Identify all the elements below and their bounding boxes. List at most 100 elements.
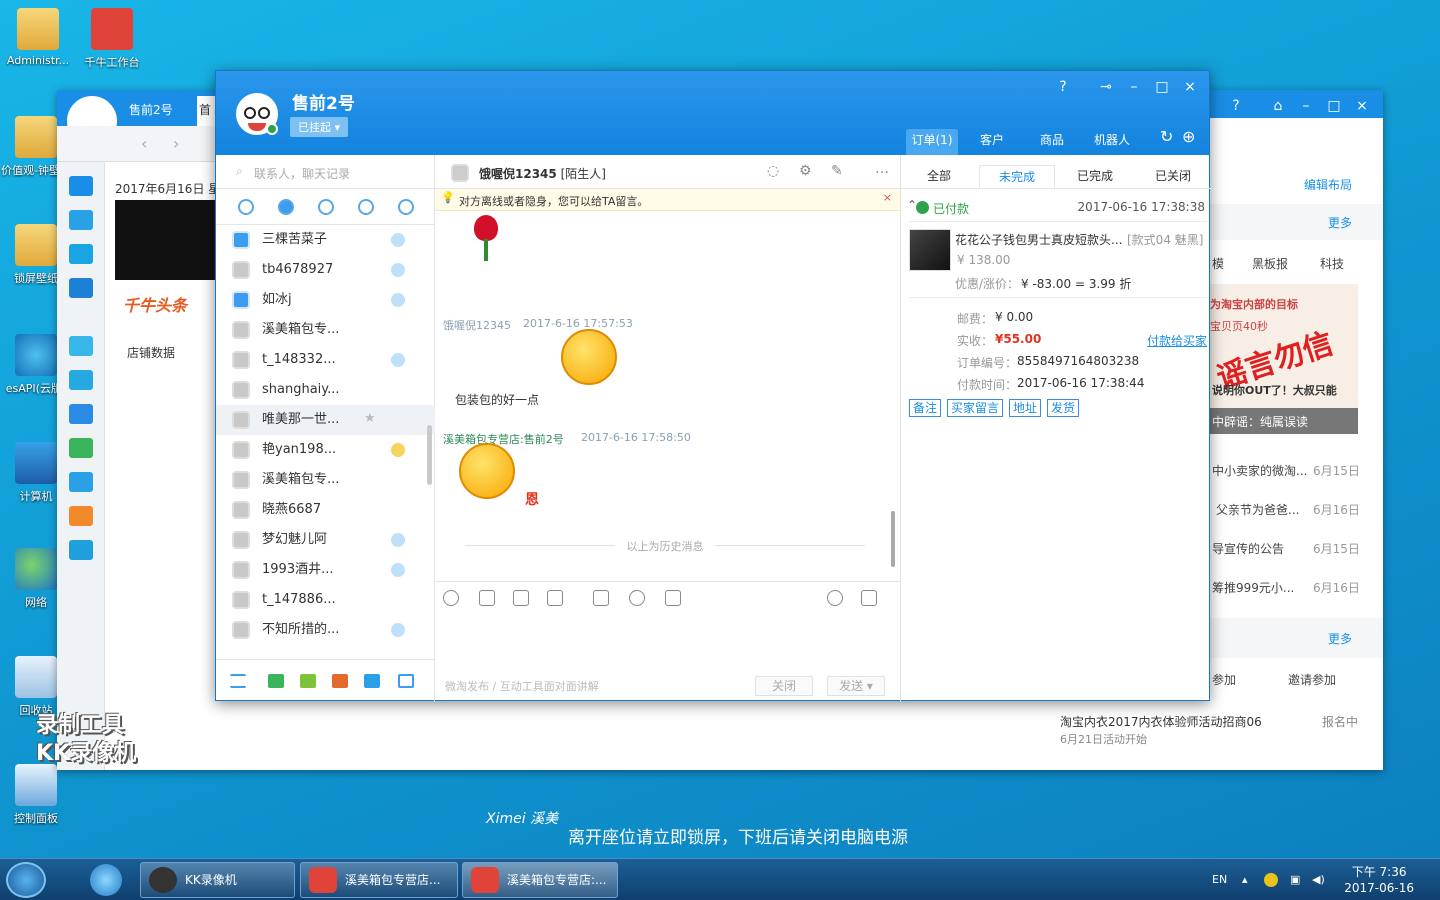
image-icon[interactable] <box>513 590 529 606</box>
taskbar-item-qianniu-2[interactable]: 溪美箱包专营店:... <box>462 862 618 898</box>
contact-item[interactable]: t_147886... <box>216 585 435 615</box>
add-icon[interactable]: ⊕ <box>1182 127 1195 146</box>
order-tab-all[interactable]: 全部 <box>901 167 977 184</box>
close-icon[interactable]: × <box>1178 79 1202 95</box>
contact-item[interactable]: 溪美箱包专... <box>216 465 435 495</box>
help-icon[interactable]: ? <box>1224 98 1248 114</box>
contact-item[interactable]: 艳yan198... <box>216 435 435 465</box>
category-tab[interactable]: 黑板报 <box>1252 255 1288 272</box>
peer-avatar[interactable] <box>451 164 469 182</box>
history-icon[interactable] <box>861 590 877 606</box>
contact-item[interactable]: tb4678927 <box>216 255 435 285</box>
contact-item[interactable]: 唯美那一世... ★ <box>216 405 435 435</box>
category-tab[interactable]: 模 <box>1212 255 1224 272</box>
news-icon[interactable] <box>69 278 93 298</box>
triangle-icon[interactable] <box>69 540 93 560</box>
browser-icon[interactable] <box>90 864 122 896</box>
join-link[interactable]: 参加 <box>1212 671 1236 688</box>
start-button[interactable] <box>6 862 46 898</box>
favorite-icon[interactable] <box>629 590 645 606</box>
store-data-label[interactable]: 店铺数据 <box>127 344 175 361</box>
product-thumbnail[interactable] <box>909 229 951 271</box>
send-button[interactable]: 发送 ▾ <box>827 676 885 696</box>
forward-icon[interactable]: › <box>173 134 179 153</box>
shirt-icon[interactable]: ⌂ <box>1266 98 1290 114</box>
category-tab[interactable]: 科技 <box>1320 255 1344 272</box>
minimize-icon[interactable]: – <box>1294 98 1318 114</box>
message-input[interactable]: 微淘发布 / 互动工具面对面讲解 关闭 发送 ▾ <box>435 613 900 702</box>
desktop-icon-control-panel[interactable]: 控制面板 <box>0 764 72 826</box>
close-icon[interactable]: × <box>1350 98 1374 114</box>
tab-robot[interactable]: 机器人 <box>1084 129 1140 155</box>
message-sender[interactable]: 饿喔倪12345 <box>443 317 511 333</box>
desktop-icon-admin[interactable]: Administr... <box>2 8 74 67</box>
back-icon[interactable]: ‹ <box>141 134 147 153</box>
pay-buyer-link[interactable]: 付款给买家 <box>1147 332 1207 349</box>
square-icon[interactable] <box>69 404 93 424</box>
list-icon[interactable] <box>69 176 93 196</box>
news-image[interactable]: 为淘宝内部的目标 宝贝页40秒 谣言勿信 说明你OUT了！大叔只能 中辟谣：纯属… <box>1210 284 1358 434</box>
contact-item[interactable]: 如冰j <box>216 285 435 315</box>
contact-item[interactable]: 晓燕6687 <box>216 495 435 525</box>
close-notice-icon[interactable]: × <box>883 191 892 204</box>
contact-item[interactable]: shanghaiy... <box>216 375 435 405</box>
emoji-icon[interactable] <box>443 590 459 606</box>
calculator-icon[interactable] <box>665 590 681 606</box>
address-button[interactable]: 地址 <box>1009 399 1042 417</box>
order-tab-incomplete[interactable]: 未完成 <box>979 165 1055 188</box>
message-sender[interactable]: 溪美箱包专营店:售前2号 <box>443 431 564 447</box>
contact-icon[interactable] <box>318 199 334 215</box>
help-icon[interactable]: ? <box>1051 79 1075 95</box>
message-icon[interactable]: ◌ <box>767 163 779 179</box>
shield-icon[interactable] <box>69 472 93 492</box>
window-icon[interactable] <box>398 674 414 688</box>
calendar-icon[interactable] <box>69 438 93 458</box>
desktop-icon-qianniu[interactable]: 千牛工作台 <box>76 8 148 70</box>
recent-icon[interactable] <box>278 199 294 215</box>
news-item[interactable]: 导宣传的公告 <box>1212 540 1284 557</box>
shop-icon[interactable] <box>332 674 348 688</box>
screenshot-icon[interactable] <box>547 590 563 606</box>
tray-expand-icon[interactable]: ▴ <box>1242 873 1248 886</box>
maximize-icon[interactable]: □ <box>1150 79 1174 95</box>
image-icon[interactable] <box>69 336 93 356</box>
invite-link[interactable]: 邀请参加 <box>1288 671 1336 688</box>
clock[interactable]: 下午 7:36 2017-06-16 <box>1344 864 1414 896</box>
contact-item[interactable]: 梦幻魅儿阿 <box>216 525 435 555</box>
contact-search[interactable]: ⌕ 联系人，聊天记录 <box>216 155 435 189</box>
taskbar-item-qianniu-1[interactable]: 溪美箱包专营店... <box>300 862 458 898</box>
shake-icon[interactable] <box>593 590 609 606</box>
search-input[interactable]: 联系人，聊天记录 <box>254 167 350 181</box>
status-dropdown[interactable]: 已挂起 ▾ <box>290 117 349 137</box>
app-icon[interactable] <box>364 674 380 688</box>
language-indicator[interactable]: EN <box>1212 873 1227 886</box>
tab-orders[interactable]: 订单(1) <box>906 129 958 155</box>
more-link[interactable]: 更多 <box>1328 630 1352 647</box>
refresh-icon[interactable] <box>69 370 93 390</box>
ship-button[interactable]: 发货 <box>1047 399 1080 417</box>
photo-icon[interactable] <box>69 506 93 526</box>
product-title[interactable]: 花花公子钱包男士真皮短款头... <box>955 231 1122 248</box>
network-icon[interactable]: ▣ <box>1290 873 1300 886</box>
group-icon[interactable] <box>358 199 374 215</box>
news-item[interactable]: 中小卖家的微淘... <box>1212 462 1307 479</box>
refresh-icon[interactable]: ↻ <box>1160 127 1173 146</box>
scrollbar[interactable] <box>891 511 895 567</box>
order-tab-completed[interactable]: 已完成 <box>1057 167 1133 184</box>
tray-app-icon[interactable] <box>1264 873 1278 887</box>
order-tab-closed[interactable]: 已关闭 <box>1135 167 1211 184</box>
news-item[interactable]: 筹推999元小... <box>1212 579 1294 596</box>
taskbar-item-kk[interactable]: KK录像机 00:04:28 <box>140 862 295 898</box>
font-icon[interactable] <box>479 590 495 606</box>
app-icon[interactable] <box>268 674 284 688</box>
contact-item[interactable]: 1993酒井... <box>216 555 435 585</box>
maximize-icon[interactable]: □ <box>1322 98 1346 114</box>
team-icon[interactable] <box>398 199 414 215</box>
contact-item[interactable]: t_148332... <box>216 345 435 375</box>
more-link[interactable]: 更多 <box>1328 214 1352 231</box>
more-icon[interactable]: … <box>875 161 889 177</box>
peer-name[interactable]: 饿喔倪12345 <box>479 167 557 181</box>
tab-products[interactable]: 商品 <box>1026 129 1078 155</box>
edit-layout-link[interactable]: 编辑布局 <box>1304 176 1352 193</box>
app-icon[interactable] <box>300 674 316 688</box>
